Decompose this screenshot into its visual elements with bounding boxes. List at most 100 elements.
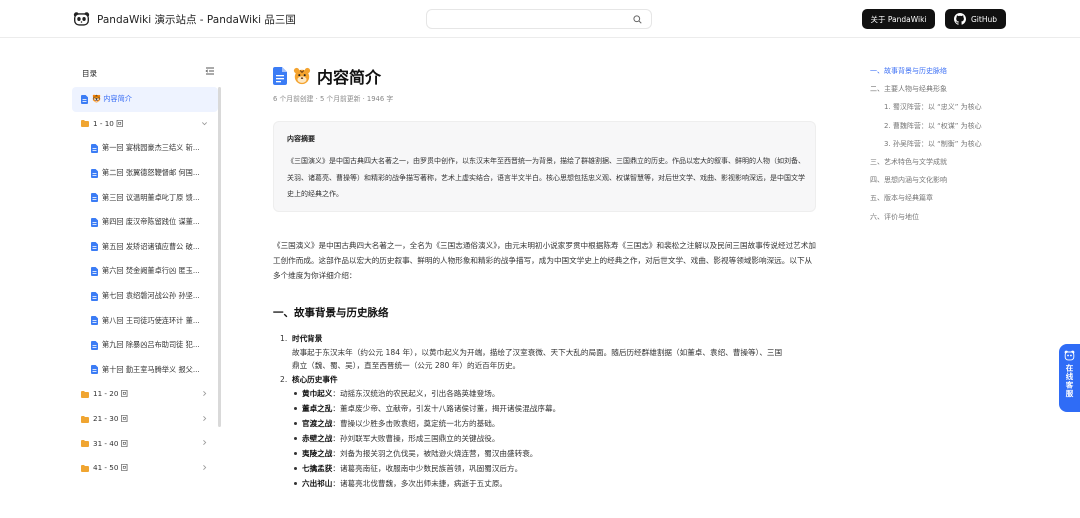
- page-title-row: 内容简介: [273, 64, 381, 88]
- document-icon: [91, 340, 98, 350]
- list-item-heading: 时代背景: [292, 334, 323, 343]
- search-icon[interactable]: [633, 15, 642, 24]
- right-table-of-contents: 一、故事背景与历史脉络 二、主要人物与经典形象 1. 蜀汉阵营：以 “忠义” 为核心…: [870, 66, 1010, 230]
- collapse-sidebar-icon[interactable]: [205, 66, 215, 76]
- document-icon: [91, 217, 98, 227]
- sidebar-item[interactable]: 第八回 王司徒巧使连环计 董...: [72, 308, 218, 333]
- document-icon: [91, 266, 98, 276]
- list-item: 1. 时代背景 故事起于东汉末年（约公元 184 年），以黄巾起义为开端，描绘了汉…: [280, 332, 800, 373]
- sidebar-item-label: 第二回 张翼德怒鞭督邮 何国...: [102, 168, 200, 178]
- document-icon: [91, 365, 98, 375]
- panda-service-icon: [1064, 350, 1075, 361]
- sidebar-item[interactable]: 第七回 袁绍磐河战公孙 孙坚...: [72, 284, 218, 309]
- toc-link[interactable]: 三、艺术特色与文学成就: [870, 157, 1010, 175]
- sidebar-folder[interactable]: 11 - 20 回: [72, 382, 218, 407]
- folder-icon: [81, 464, 89, 472]
- sidebar: 目录 🐯 内容简介 1 - 10 回第一回 宴桃园豪杰三结义 斩... 第二回 张翼…: [72, 56, 222, 518]
- tiger-emoji-icon: [293, 67, 311, 85]
- toc-link[interactable]: 五、版本与经典篇章: [870, 193, 1010, 211]
- document-icon: [91, 316, 98, 326]
- summary-text: 《三国演义》是中国古典四大名著之一，由罗贯中创作，以东汉末年至西晋统一为背景，描…: [287, 157, 805, 198]
- chevron-down-icon[interactable]: [201, 120, 208, 127]
- sidebar-item[interactable]: 第十回 勤王室马腾举义 报父...: [72, 358, 218, 383]
- toc-link[interactable]: 二、主要人物与经典形象: [870, 84, 1010, 102]
- github-label: GitHub: [971, 14, 997, 24]
- bullet-desc: ：诸葛亮北伐曹魏，多次出师未捷，病逝于五丈原。: [332, 479, 508, 488]
- sidebar-item[interactable]: 第三回 议温明董卓叱丁原 馈...: [72, 185, 218, 210]
- document-icon: [81, 94, 88, 104]
- sidebar-folder[interactable]: 21 - 30 回: [72, 407, 218, 432]
- bullet-item: 黄巾起义：动摇东汉统治的农民起义，引出各路英雄登场。: [294, 386, 800, 401]
- bullet-term: 六出祁山: [302, 479, 333, 488]
- bullet-term: 黄巾起义: [302, 389, 333, 398]
- sidebar-item-label: 第九回 除暴凶吕布助司徒 犯...: [102, 340, 200, 350]
- sidebar-item[interactable]: 第一回 宴桃园豪杰三结义 斩...: [72, 136, 218, 161]
- toc-link[interactable]: 2. 曹魏阵营：以 “权谋” 为核心: [870, 121, 1010, 139]
- bullet-desc: ：刘备为报关羽之仇伐吴，被陆逊火烧连营，蜀汉由盛转衰。: [332, 449, 538, 458]
- summary-title: 内容摘要: [287, 135, 315, 143]
- sidebar-item-label: 21 - 30 回: [93, 414, 128, 424]
- sidebar-title: 目录: [82, 69, 97, 78]
- github-icon: [954, 13, 966, 25]
- github-button[interactable]: GitHub: [945, 9, 1006, 29]
- panda-logo-icon[interactable]: [73, 11, 90, 27]
- sidebar-folder[interactable]: 41 - 50 回: [72, 456, 218, 481]
- top-header: PandaWiki 演示站点 - PandaWiki 品三国 关于 PandaW…: [0, 0, 1080, 38]
- toc-link[interactable]: 六、评价与地位: [870, 212, 1010, 230]
- sidebar-item[interactable]: 第九回 除暴凶吕布助司徒 犯...: [72, 333, 218, 358]
- search-input[interactable]: [435, 13, 625, 26]
- sidebar-scrollbar[interactable]: [218, 87, 221, 427]
- bullet-desc: ：孙刘联军大败曹操，形成三国鼎立的关键战役。: [332, 434, 500, 443]
- site-title[interactable]: PandaWiki 演示站点 - PandaWiki 品三国: [97, 12, 296, 27]
- toc-link[interactable]: 四、思想内涵与文化影响: [870, 175, 1010, 193]
- online-service-button[interactable]: 在线客服: [1059, 344, 1080, 412]
- sidebar-item[interactable]: 第二回 张翼德怒鞭督邮 何国...: [72, 161, 218, 186]
- toc-link[interactable]: 一、故事背景与历史脉络: [870, 66, 1010, 84]
- summary-box: 内容摘要 《三国演义》是中国古典四大名著之一，由罗贯中创作，以东汉末年至西晋统一…: [273, 121, 816, 212]
- online-service-label: 在线客服: [1065, 364, 1074, 398]
- folder-icon: [81, 390, 89, 398]
- list-item: 2. 核心历史事件 黄巾起义：动摇东汉统治的农民起义，引出各路英雄登场。 董卓之乱…: [280, 373, 800, 492]
- bullet-item: 六出祁山：诸葛亮北伐曹魏，多次出师未捷，病逝于五丈原。: [294, 476, 800, 491]
- page-meta: 6 个月前创建 · 5 个月前更新 · 1946 字: [273, 95, 394, 103]
- bullet-item: 官渡之战：曹操以少胜多击败袁绍，奠定统一北方的基础。: [294, 416, 800, 431]
- folder-icon: [81, 120, 89, 128]
- bullet-item: 董卓之乱：董卓废少帝、立献帝，引发十八路诸侯讨董，揭开诸侯混战序幕。: [294, 401, 800, 416]
- bullet-desc: ：曹操以少胜多击败袁绍，奠定统一北方的基础。: [332, 419, 500, 428]
- bullet-desc: ：董卓废少帝、立献帝，引发十八路诸侯讨董，揭开诸侯混战序幕。: [332, 404, 561, 413]
- list-item-title: 1. 时代背景: [280, 332, 800, 346]
- document-icon: [91, 193, 98, 203]
- sidebar-item-label: 11 - 20 回: [93, 389, 128, 399]
- sidebar-item-label: 41 - 50 回: [93, 463, 128, 473]
- document-icon: [91, 242, 98, 252]
- sidebar-item-label: 第三回 议温明董卓叱丁原 馈...: [102, 192, 200, 202]
- bullet-desc: ：动摇东汉统治的农民起义，引出各路英雄登场。: [332, 389, 500, 398]
- sidebar-item-label: 第四回 废汉帝陈留践位 谋董...: [102, 217, 200, 227]
- list-item-number: 2.: [280, 374, 288, 384]
- sidebar-item[interactable]: 第六回 焚金阙董卓行凶 匿玉...: [72, 259, 218, 284]
- bullet-list: 黄巾起义：动摇东汉统治的农民起义，引出各路英雄登场。 董卓之乱：董卓废少帝、立献…: [280, 386, 800, 491]
- chevron-right-icon[interactable]: [201, 415, 208, 422]
- toc-link[interactable]: 1. 蜀汉阵营：以 “忠义” 为核心: [870, 102, 1010, 120]
- sidebar-folder[interactable]: 31 - 40 回: [72, 431, 218, 456]
- sidebar-item-label: 🐯 内容简介: [92, 94, 132, 104]
- sidebar-item-label: 第七回 袁绍磐河战公孙 孙坚...: [102, 291, 200, 301]
- chevron-right-icon[interactable]: [201, 390, 208, 397]
- chevron-right-icon[interactable]: [201, 464, 208, 471]
- document-icon: [91, 291, 98, 301]
- sidebar-item[interactable]: 🐯 内容简介: [72, 87, 218, 112]
- bullet-item: 赤壁之战：孙刘联军大败曹操，形成三国鼎立的关键战役。: [294, 431, 800, 446]
- search-box[interactable]: [426, 9, 652, 29]
- sidebar-item[interactable]: 第五回 发矫诏诸镇应曹公 破...: [72, 235, 218, 260]
- document-icon: [273, 67, 287, 85]
- sidebar-nav: 🐯 内容简介 1 - 10 回第一回 宴桃园豪杰三结义 斩... 第二回 张翼德怒鞭…: [72, 87, 218, 481]
- list-item-text: 故事起于东汉末年（约公元 184 年），以黄巾起义为开端，描绘了汉室衰微、天下大…: [292, 347, 783, 371]
- sidebar-item[interactable]: 第四回 废汉帝陈留践位 谋董...: [72, 210, 218, 235]
- sidebar-folder[interactable]: 1 - 10 回: [72, 112, 218, 137]
- intro-paragraph: 《三国演义》是中国古典四大名著之一，全名为《三国志通俗演义》，由元末明初小说家罗…: [273, 241, 816, 280]
- about-pandawiki-button[interactable]: 关于 PandaWiki: [862, 9, 935, 29]
- toc-link[interactable]: 3. 孙吴阵营：以 “制衡” 为核心: [870, 139, 1010, 157]
- sidebar-item-label: 1 - 10 回: [93, 118, 124, 128]
- chevron-right-icon[interactable]: [201, 439, 208, 446]
- list-item-number: 1.: [280, 334, 288, 343]
